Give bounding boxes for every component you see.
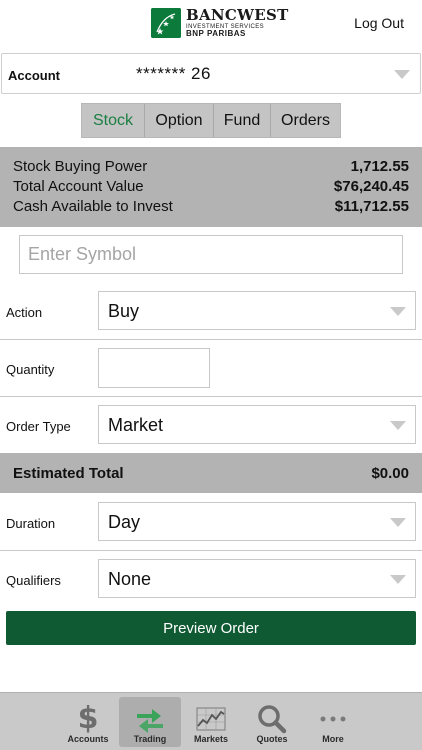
order-type-value: Market <box>108 415 164 435</box>
account-selector[interactable]: Account ******* 26 <box>1 53 421 94</box>
bottom-tab-bar: $ Accounts Trading Markets Quotes More <box>0 692 422 750</box>
tab-fund[interactable]: Fund <box>214 104 271 137</box>
account-label: Account <box>8 68 60 83</box>
duration-row: Duration Day <box>0 494 422 551</box>
qualifiers-row: Qualifiers None <box>0 551 422 608</box>
quantity-row: Quantity <box>0 340 422 397</box>
summary-row-total-value: Total Account Value $76,240.45 <box>13 177 409 197</box>
summary-label: Stock Buying Power <box>13 158 148 175</box>
chevron-down-icon <box>394 70 410 79</box>
duration-value: Day <box>108 512 141 532</box>
quantity-label: Quantity <box>6 362 55 377</box>
trade-type-tabs: Stock Option Fund Orders <box>81 103 341 138</box>
order-type-label: Order Type <box>6 419 71 434</box>
preview-order-button[interactable]: Preview Order <box>6 611 416 645</box>
nav-label: Accounts <box>67 734 109 744</box>
summary-value: $76,240.45 <box>333 178 409 195</box>
estimated-total-bar: Estimated Total $0.00 <box>0 453 422 493</box>
order-type-select[interactable]: Market <box>98 405 416 444</box>
qualifiers-label: Qualifiers <box>6 573 61 588</box>
summary-label: Total Account Value <box>13 178 144 195</box>
tab-stock[interactable]: Stock <box>82 104 145 137</box>
chevron-down-icon <box>390 307 406 316</box>
dollar-icon: $ <box>77 701 99 736</box>
logout-button[interactable]: Log Out <box>354 15 404 31</box>
nav-more[interactable]: More <box>302 697 364 747</box>
nav-markets[interactable]: Markets <box>180 697 242 747</box>
logo-subtitle-bnp: BNP PARIBAS <box>186 29 246 38</box>
bancwest-logo: BANCWEST INVESTMENT SERVICES BNP PARIBAS <box>151 8 289 38</box>
account-number: ******* 26 <box>136 64 211 83</box>
chevron-down-icon <box>390 518 406 527</box>
symbol-input[interactable] <box>19 235 403 274</box>
action-label: Action <box>6 305 43 320</box>
markets-chart-icon <box>196 704 226 734</box>
quantity-field[interactable] <box>98 348 210 388</box>
nav-quotes[interactable]: Quotes <box>241 697 303 747</box>
estimated-total-label: Estimated Total <box>13 464 124 482</box>
summary-label: Cash Available to Invest <box>13 198 173 215</box>
chevron-down-icon <box>390 575 406 584</box>
action-row: Action Buy <box>0 283 422 340</box>
nav-label: Trading <box>133 734 167 744</box>
bnp-stars-logo-icon <box>151 8 181 38</box>
tab-option[interactable]: Option <box>145 104 214 137</box>
chevron-down-icon <box>390 421 406 430</box>
order-type-row: Order Type Market <box>0 397 422 453</box>
search-icon <box>257 704 287 734</box>
nav-label: Markets <box>193 734 229 744</box>
tab-orders[interactable]: Orders <box>271 104 340 137</box>
nav-label: More <box>322 734 344 744</box>
summary-row-cash-available: Cash Available to Invest $11,712.55 <box>13 197 409 217</box>
action-select[interactable]: Buy <box>98 291 416 330</box>
nav-trading[interactable]: Trading <box>119 697 181 747</box>
nav-accounts[interactable]: $ Accounts <box>57 697 119 747</box>
summary-row-buying-power: Stock Buying Power 1,712.55 <box>13 157 409 177</box>
logo-title: BANCWEST <box>186 6 289 24</box>
qualifiers-select[interactable]: None <box>98 559 416 598</box>
duration-select[interactable]: Day <box>98 502 416 541</box>
qualifiers-value: None <box>108 569 152 589</box>
action-value: Buy <box>108 301 140 321</box>
more-dots-icon <box>318 704 348 734</box>
summary-value: $11,712.55 <box>334 198 409 215</box>
trading-arrows-icon <box>134 704 166 734</box>
duration-label: Duration <box>6 516 56 531</box>
app-header: BANCWEST INVESTMENT SERVICES BNP PARIBAS… <box>0 0 422 50</box>
account-summary: Stock Buying Power 1,712.55 Total Accoun… <box>0 147 422 227</box>
summary-value: 1,712.55 <box>350 158 409 175</box>
nav-label: Quotes <box>256 734 288 744</box>
estimated-total-value: $0.00 <box>371 464 409 482</box>
